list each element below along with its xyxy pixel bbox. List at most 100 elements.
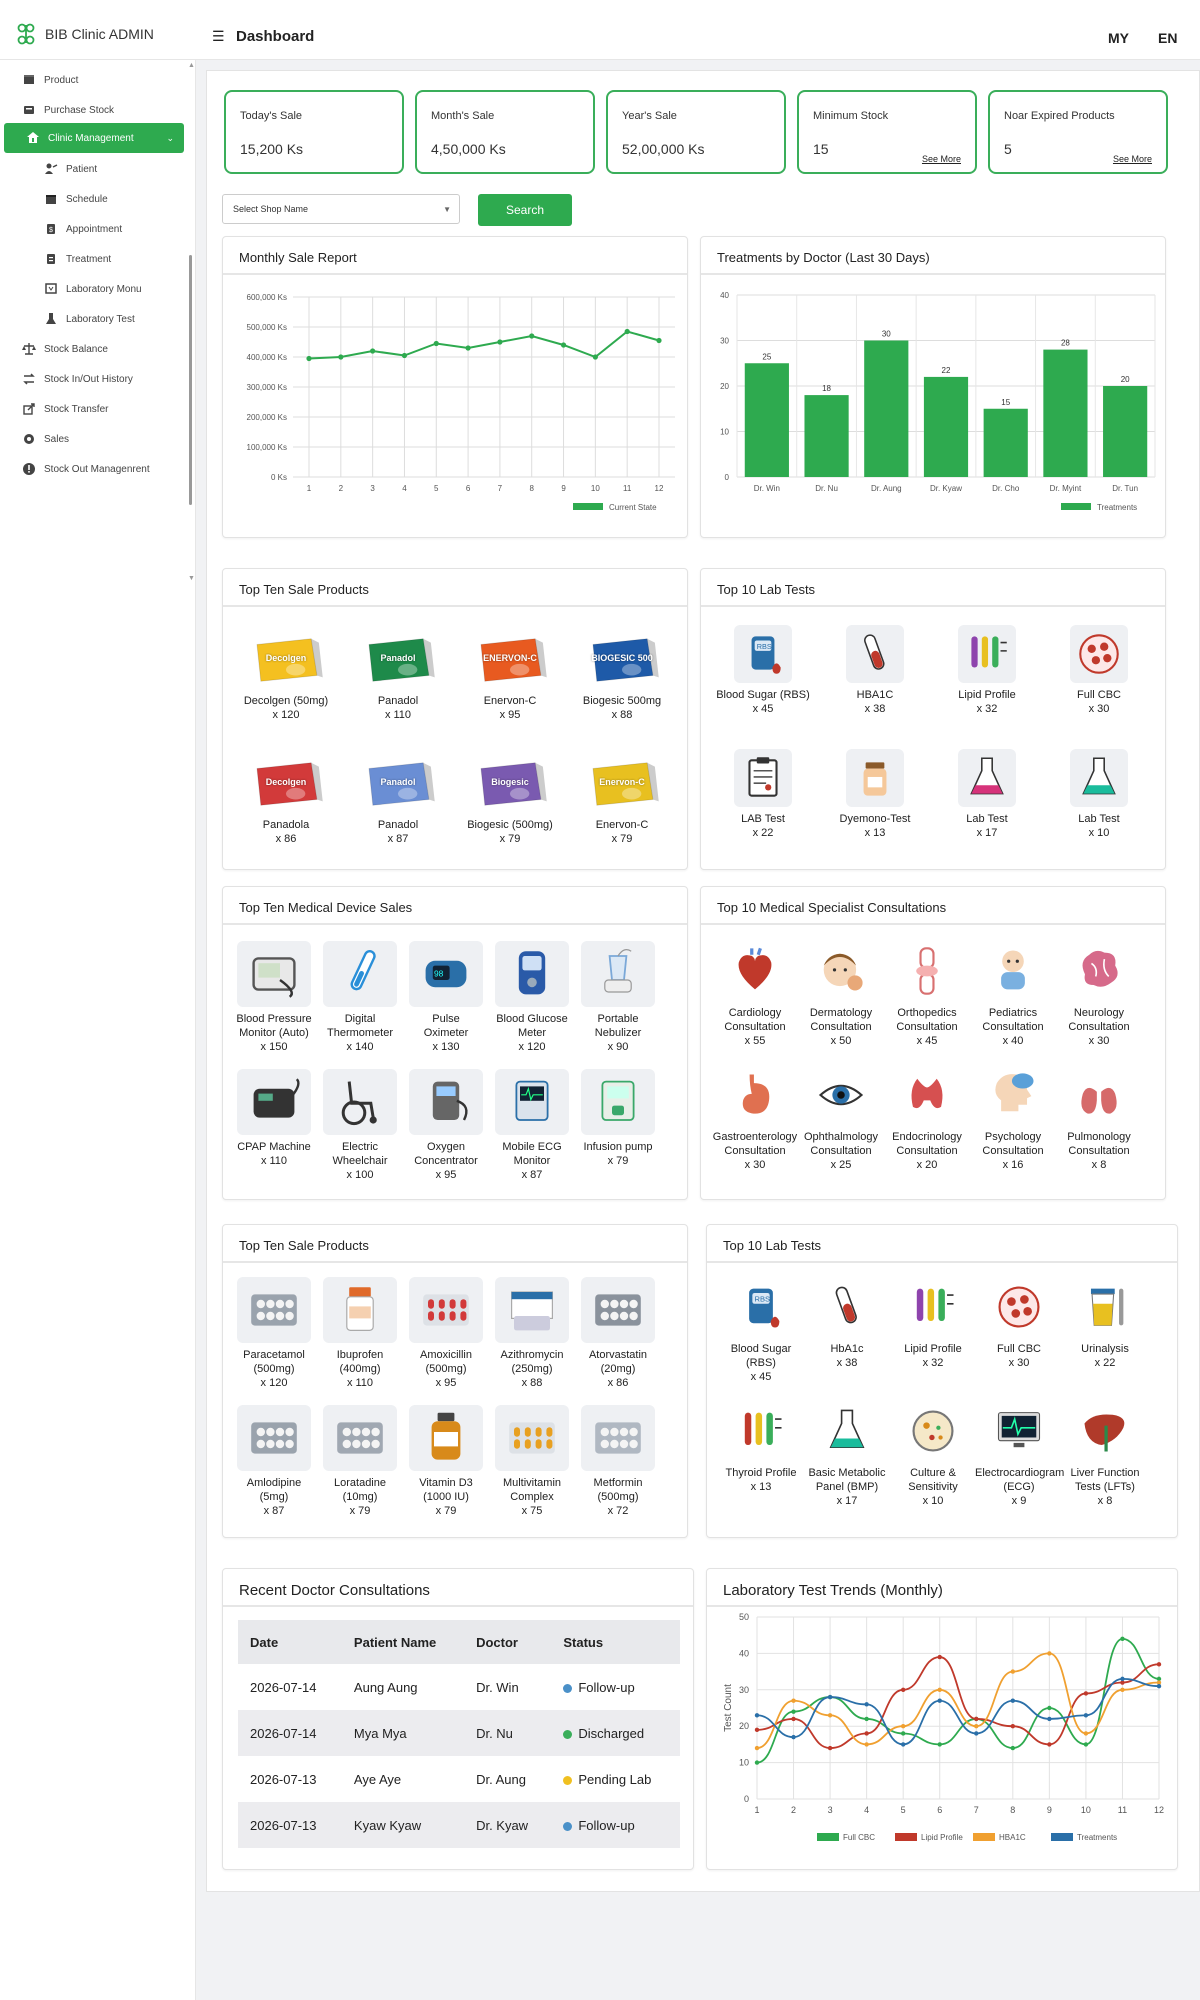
specialist-tile-gastroenterology[interactable]: Gastroenterology Consultation x 30 [711, 1065, 799, 1172]
brand[interactable]: BIB Clinic ADMIN [14, 22, 154, 46]
sidebar-item-stock-balance[interactable]: Stock Balance [0, 334, 196, 364]
device-tile-digital[interactable]: Digital Thermometer x 140 [317, 941, 403, 1054]
product-tile-amlodipine[interactable]: Amlodipine (5mg) x 87 [231, 1405, 317, 1518]
device-tile-portable[interactable]: Portable Nebulizer x 90 [575, 941, 661, 1054]
column-header[interactable]: Doctor [464, 1620, 552, 1664]
lab-test-tile-full-cbc[interactable]: Full CBC x 30 [1043, 625, 1155, 716]
lab-test-tile-basic-metabolic[interactable]: Basic Metabolic Panel (BMP) x 17 [803, 1401, 891, 1508]
sidebar-item-clinic-management[interactable]: Clinic Management ⌄ [4, 123, 184, 153]
product-tile-decolgen-50mg-[interactable]: Decolgen Decolgen (50mg) x 120 [231, 631, 341, 722]
lab-test-tile-lab-test[interactable]: Lab Test x 17 [931, 749, 1043, 840]
product-tile-paracetamol[interactable]: Paracetamol (500mg) x 120 [231, 1277, 317, 1390]
product-tile-biogesic-500mg-[interactable]: Biogesic Biogesic (500mg) x 79 [455, 755, 565, 846]
column-header[interactable]: Date [238, 1620, 342, 1664]
product-tile-enervon-c[interactable]: Enervon-C Enervon-C x 79 [567, 755, 677, 846]
lab-test-tile-full-cbc[interactable]: Full CBC x 30 [975, 1277, 1063, 1370]
specialist-tile-pediatrics[interactable]: Pediatrics Consultation x 40 [969, 941, 1057, 1048]
card-title: Top Ten Medical Device Sales [239, 900, 413, 915]
menu-toggle-icon[interactable]: ☰ [212, 28, 225, 45]
gear-icon [22, 432, 36, 446]
product-tile-metformin[interactable]: Metformin (500mg) x 72 [575, 1405, 661, 1518]
product-tile-atorvastatin[interactable]: Atorvastatin (20mg) x 86 [575, 1277, 661, 1390]
product-tile-biogesic-500mg[interactable]: BIOGESIC 500 Biogesic 500mg x 88 [567, 631, 677, 722]
sidebar-item-stock-transfer[interactable]: Stock Transfer [0, 394, 196, 424]
lab-test-tile-lipid-profile[interactable]: Lipid Profile x 32 [931, 625, 1043, 716]
item-name: Neurology Consultation [1055, 1006, 1143, 1034]
item-quantity: x 10 [1088, 827, 1110, 839]
lang-en-button[interactable]: EN [1158, 30, 1177, 46]
lang-my-button[interactable]: MY [1108, 30, 1129, 46]
sidebar-item-sales[interactable]: Sales [0, 424, 196, 454]
product-tile-azithromycin[interactable]: Azithromycin (250mg) x 88 [489, 1277, 575, 1390]
lab-test-tile-blood-sugar-rbs-[interactable]: RBS Blood Sugar (RBS) x 45 [707, 625, 819, 716]
product-tile-loratadine[interactable]: Loratadine (10mg) x 79 [317, 1405, 403, 1518]
product-tile-multivitamin[interactable]: Multivitamin Complex x 75 [489, 1405, 575, 1518]
box-icon [22, 73, 36, 87]
product-tile-amoxicillin[interactable]: Amoxicillin (500mg) x 95 [403, 1277, 489, 1390]
table-row[interactable]: 2026-07-13 Kyaw Kyaw Dr. Kyaw Follow-up [238, 1802, 680, 1848]
status-dot [563, 1683, 573, 1693]
see-more-link[interactable]: See More [1113, 154, 1152, 164]
lab-test-tile-hba1c[interactable]: HBA1C x 38 [819, 625, 931, 716]
sidebar-item-appointment[interactable]: $ Appointment [0, 214, 196, 244]
sidebar-item-label: Appointment [66, 223, 123, 235]
device-tile-infusion-pump[interactable]: Infusion pump x 79 [575, 1069, 661, 1168]
table-row[interactable]: 2026-07-14 Mya Mya Dr. Nu Discharged [238, 1710, 680, 1756]
device-tile-blood-pressure[interactable]: Blood Pressure Monitor (Auto) x 150 [231, 941, 317, 1054]
sidebar-item-purchase-stock[interactable]: Purchase Stock [0, 95, 196, 125]
device-tile-mobile-ecg[interactable]: Mobile ECG Monitor x 87 [489, 1069, 575, 1182]
product-tile-enervon-c[interactable]: ENERVON-C Enervon-C x 95 [455, 631, 565, 722]
sidebar-item-treatment[interactable]: Treatment [0, 244, 196, 274]
lab-test-tile-dyemono-test[interactable]: Dyemono-Test x 13 [819, 749, 931, 840]
specialist-tile-cardiology[interactable]: Cardiology Consultation x 55 [711, 941, 799, 1048]
x-tick-label: Dr. Nu [815, 484, 838, 493]
device-tile-blood-glucose[interactable]: Blood Glucose Meter x 120 [489, 941, 575, 1054]
product-tile-vitamin-d3[interactable]: Vitamin D3 (1000 IU) x 79 [403, 1405, 489, 1518]
sidebar-item-laboratory-test[interactable]: Laboratory Test [0, 304, 196, 334]
device-tile-electric[interactable]: Electric Wheelchair x 100 [317, 1069, 403, 1182]
patient-icon [44, 162, 58, 176]
lab-test-tile-urinalysis[interactable]: Urinalysis x 22 [1061, 1277, 1149, 1370]
specialist-tile-orthopedics[interactable]: Orthopedics Consultation x 45 [883, 941, 971, 1048]
table-row[interactable]: 2026-07-13 Aye Aye Dr. Aung Pending Lab [238, 1756, 680, 1802]
search-button[interactable]: Search [478, 194, 572, 226]
device-tile-oxygen[interactable]: Oxygen Concentrator x 95 [403, 1069, 489, 1182]
sidebar-item-product[interactable]: Product [0, 65, 196, 95]
column-header[interactable]: Patient Name [341, 1620, 465, 1664]
scroll-down-icon[interactable]: ▼ [188, 575, 195, 582]
sidebar-item-stock-out-managenrent[interactable]: Stock Out Managenrent [0, 454, 196, 484]
specialist-tile-dermatology[interactable]: Dermatology Consultation x 50 [797, 941, 885, 1048]
product-tile-ibuprofen[interactable]: Ibuprofen (400mg) x 110 [317, 1277, 403, 1390]
sidebar-item-patient[interactable]: Patient [0, 154, 196, 184]
shop-select[interactable]: Select Shop Name ▼ [222, 194, 460, 224]
stat-label: Minimum Stock [813, 110, 889, 122]
specialist-tile-endocrinology[interactable]: Endocrinology Consultation x 20 [883, 1065, 971, 1172]
lab-test-tile-blood-sugar-rbs-[interactable]: RBS Blood Sugar (RBS) x 45 [717, 1277, 805, 1384]
sidebar-item-label: Stock Balance [44, 343, 108, 355]
lab-test-tile-hba1c[interactable]: HbA1c x 38 [803, 1277, 891, 1370]
item-name: Lipid Profile [889, 1342, 977, 1356]
see-more-link[interactable]: See More [922, 154, 961, 164]
specialist-tile-psychology[interactable]: Psychology Consultation x 16 [969, 1065, 1057, 1172]
lab-test-tile-liver-function[interactable]: Liver Function Tests (LFTs) x 8 [1061, 1401, 1149, 1508]
sidebar-item-schedule[interactable]: Schedule [0, 184, 196, 214]
specialist-tile-neurology[interactable]: Neurology Consultation x 30 [1055, 941, 1143, 1048]
device-tile-pulse[interactable]: 98 Pulse Oximeter x 130 [403, 941, 489, 1054]
product-tile-panadol[interactable]: Panadol Panadol x 87 [343, 755, 453, 846]
column-header[interactable]: Status [551, 1620, 680, 1664]
lab-test-tile-lab-test[interactable]: Lab Test x 10 [1043, 749, 1155, 840]
lab-test-tile-culture-[interactable]: Culture & Sensitivity x 10 [889, 1401, 977, 1508]
lab-test-tile-lab-test[interactable]: LAB Test x 22 [707, 749, 819, 840]
specialist-tile-ophthalmology[interactable]: Ophthalmology Consultation x 25 [797, 1065, 885, 1172]
lab-test-tile-lipid-profile[interactable]: Lipid Profile x 32 [889, 1277, 977, 1370]
sidebar-item-laboratory-monu[interactable]: Laboratory Monu [0, 274, 196, 304]
device-tile-cpap-machine[interactable]: CPAP Machine x 110 [231, 1069, 317, 1168]
lab-test-tile-electrocardiogram[interactable]: Electrocardiogram (ECG) x 9 [975, 1401, 1064, 1508]
product-tile-panadola[interactable]: Decolgen Panadola x 86 [231, 755, 341, 846]
specialist-tile-pulmonology[interactable]: Pulmonology Consultation x 8 [1055, 1065, 1143, 1172]
table-row[interactable]: 2026-07-14 Aung Aung Dr. Win Follow-up [238, 1664, 680, 1710]
lab-test-tile-thyroid-profile[interactable]: Thyroid Profile x 13 [717, 1401, 805, 1494]
item-name-line1: Full CBC [996, 1343, 1041, 1355]
product-tile-panadol[interactable]: Panadol Panadol x 110 [343, 631, 453, 722]
sidebar-item-stock-in-out-history[interactable]: Stock In/Out History [0, 364, 196, 394]
